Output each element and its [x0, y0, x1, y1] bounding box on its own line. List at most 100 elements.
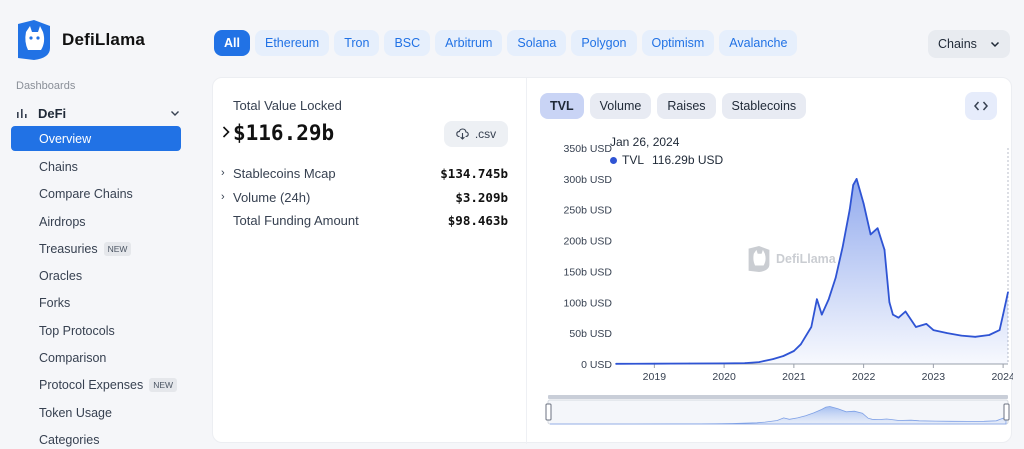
- stat-label: Total Funding Amount: [233, 212, 359, 228]
- sidebar-item-token-usage[interactable]: Token Usage: [11, 399, 181, 426]
- tvl-point: [1002, 313, 1004, 316]
- chains-dropdown[interactable]: Chains: [928, 30, 1010, 58]
- sidebar-item-label: Chains: [39, 159, 78, 174]
- cloud-download-icon: [456, 128, 469, 140]
- sidebar-item-top-protocols[interactable]: Top Protocols: [11, 317, 181, 344]
- tvl-point: [820, 313, 823, 316]
- sidebar-item-compare-chains[interactable]: Compare Chains: [11, 181, 181, 208]
- tvl-point: [869, 233, 872, 236]
- chevron-right-icon: ›: [221, 191, 225, 203]
- overview-card: Total Value Locked $116.29b .csv › Stabl…: [212, 77, 1013, 444]
- embed-button[interactable]: [965, 92, 997, 120]
- tvl-point: [960, 334, 963, 337]
- tvl-point: [892, 313, 894, 316]
- sidebar-item-forks[interactable]: Forks: [11, 290, 181, 317]
- tab-tvl[interactable]: TVL: [540, 93, 584, 119]
- tvl-point: [925, 323, 928, 325]
- tvl-point: [827, 298, 830, 300]
- sidebar-item-label: Compare Chains: [39, 187, 133, 202]
- series-marker: [610, 156, 617, 164]
- sidebar-item-label: Forks: [39, 296, 71, 311]
- sidebar-item-chains[interactable]: Chains: [11, 153, 181, 180]
- stat-value: $3.209b: [455, 189, 508, 205]
- sidebar-item-label: Protocol Expenses: [39, 378, 144, 393]
- tab-volume[interactable]: Volume: [589, 93, 652, 119]
- tvl-point: [998, 329, 1001, 331]
- new-badge: NEW: [149, 378, 178, 393]
- chevron-down-icon[interactable]: [170, 108, 180, 118]
- range-slider-right-handle: [1003, 403, 1010, 421]
- sidebar-item-oracles[interactable]: Oracles: [11, 262, 181, 289]
- tvl-point: [888, 301, 891, 304]
- sidebar-item-label: Oracles: [39, 269, 83, 284]
- sidebar-item-airdrops[interactable]: Airdrops: [11, 208, 181, 235]
- x-tick-label: 2021: [782, 371, 806, 383]
- stat-row-stablecoins[interactable]: › Stablecoins Mcap $134.745b: [221, 164, 508, 182]
- chain-pill-tron[interactable]: Tron: [334, 30, 380, 56]
- sidebar: DefiLlama Dashboards DeFi Overview Chain…: [0, 0, 200, 449]
- chain-pill-all[interactable]: All: [214, 30, 250, 56]
- sidebar-item-label: Token Usage: [39, 405, 112, 420]
- sidebar-item-overview[interactable]: Overview: [11, 126, 181, 151]
- tvl-point: [862, 202, 865, 205]
- tvl-point: [688, 362, 691, 365]
- chevron-right-icon[interactable]: [221, 125, 231, 139]
- chain-pill-bsc[interactable]: BSC: [384, 30, 431, 56]
- stat-row-volume[interactable]: › Volume (24h) $3.209b: [221, 188, 508, 206]
- bar-chart-icon: [17, 109, 27, 118]
- new-badge: NEW: [103, 241, 132, 256]
- tvl-point: [852, 184, 854, 186]
- logo[interactable]: DefiLlama: [14, 18, 145, 62]
- sidebar-item-treasuries[interactable]: Treasuries NEW: [11, 235, 181, 262]
- tvl-point: [932, 329, 935, 331]
- tvl-point: [897, 316, 900, 319]
- tvl-point: [848, 208, 851, 211]
- y-tick-label: 150b USD: [564, 266, 613, 278]
- stat-value: $134.745b: [440, 165, 508, 181]
- chevron-right-icon: ›: [221, 167, 225, 179]
- tab-stablecoins[interactable]: Stablecoins: [721, 93, 807, 119]
- y-tick-label: 0 USD: [581, 359, 612, 371]
- y-tick-label: 50b USD: [569, 328, 612, 340]
- tvl-point: [841, 245, 844, 248]
- tvl-point: [915, 326, 917, 328]
- tvl-point: [782, 355, 785, 357]
- chain-pill-ethereum[interactable]: Ethereum: [254, 30, 330, 56]
- tvl-point: [758, 361, 760, 363]
- y-tick-label: 250b USD: [564, 205, 613, 217]
- stat-label: Stablecoins Mcap: [233, 165, 336, 181]
- tvl-point: [904, 310, 907, 313]
- tvl-point: [793, 350, 795, 352]
- chain-pill-arbitrum[interactable]: Arbitrum: [435, 30, 503, 56]
- sidebar-item-categories[interactable]: Categories: [11, 426, 181, 449]
- chain-filter-bar: All Ethereum Tron BSC Arbitrum Solana Po…: [214, 30, 798, 56]
- watermark-text: DefiLlama: [776, 252, 836, 266]
- stats-panel: Total Value Locked $116.29b .csv › Stabl…: [213, 78, 527, 444]
- sidebar-item-comparison[interactable]: Comparison: [11, 344, 181, 371]
- range-slider-left-handle: [545, 403, 552, 421]
- sidebar-group-defi[interactable]: DeFi: [16, 104, 180, 122]
- llama-logo-icon: [18, 20, 50, 60]
- stat-row-funding: Total Funding Amount $98.463b: [221, 211, 508, 229]
- tab-raises[interactable]: Raises: [657, 93, 716, 119]
- tvl-point: [876, 227, 879, 230]
- chains-dropdown-label: Chains: [938, 37, 977, 51]
- chain-pill-optimism[interactable]: Optimism: [641, 30, 715, 56]
- chart-tabs: TVL Volume Raises Stablecoins: [540, 93, 807, 119]
- range-slider-bar: [548, 395, 1008, 399]
- chain-pill-solana[interactable]: Solana: [507, 30, 567, 56]
- sidebar-item-protocol-expenses[interactable]: Protocol Expenses NEW: [11, 372, 181, 399]
- y-tick-label: 300b USD: [564, 174, 613, 186]
- x-tick-label: 2020: [712, 371, 736, 383]
- sidebar-item-label: Comparison: [39, 351, 107, 366]
- tvl-value: $116.29b: [233, 121, 335, 145]
- download-csv-button[interactable]: .csv: [444, 121, 508, 147]
- chain-pill-polygon[interactable]: Polygon: [571, 30, 637, 56]
- tvl-point: [653, 362, 656, 365]
- dashboards-label: Dashboards: [16, 80, 76, 92]
- chevron-down-icon: [990, 41, 1000, 48]
- tvl-point: [810, 326, 813, 328]
- x-tick-label: 2022: [852, 371, 876, 383]
- chain-pill-avalanche[interactable]: Avalanche: [719, 30, 798, 56]
- tvl-point: [834, 276, 837, 279]
